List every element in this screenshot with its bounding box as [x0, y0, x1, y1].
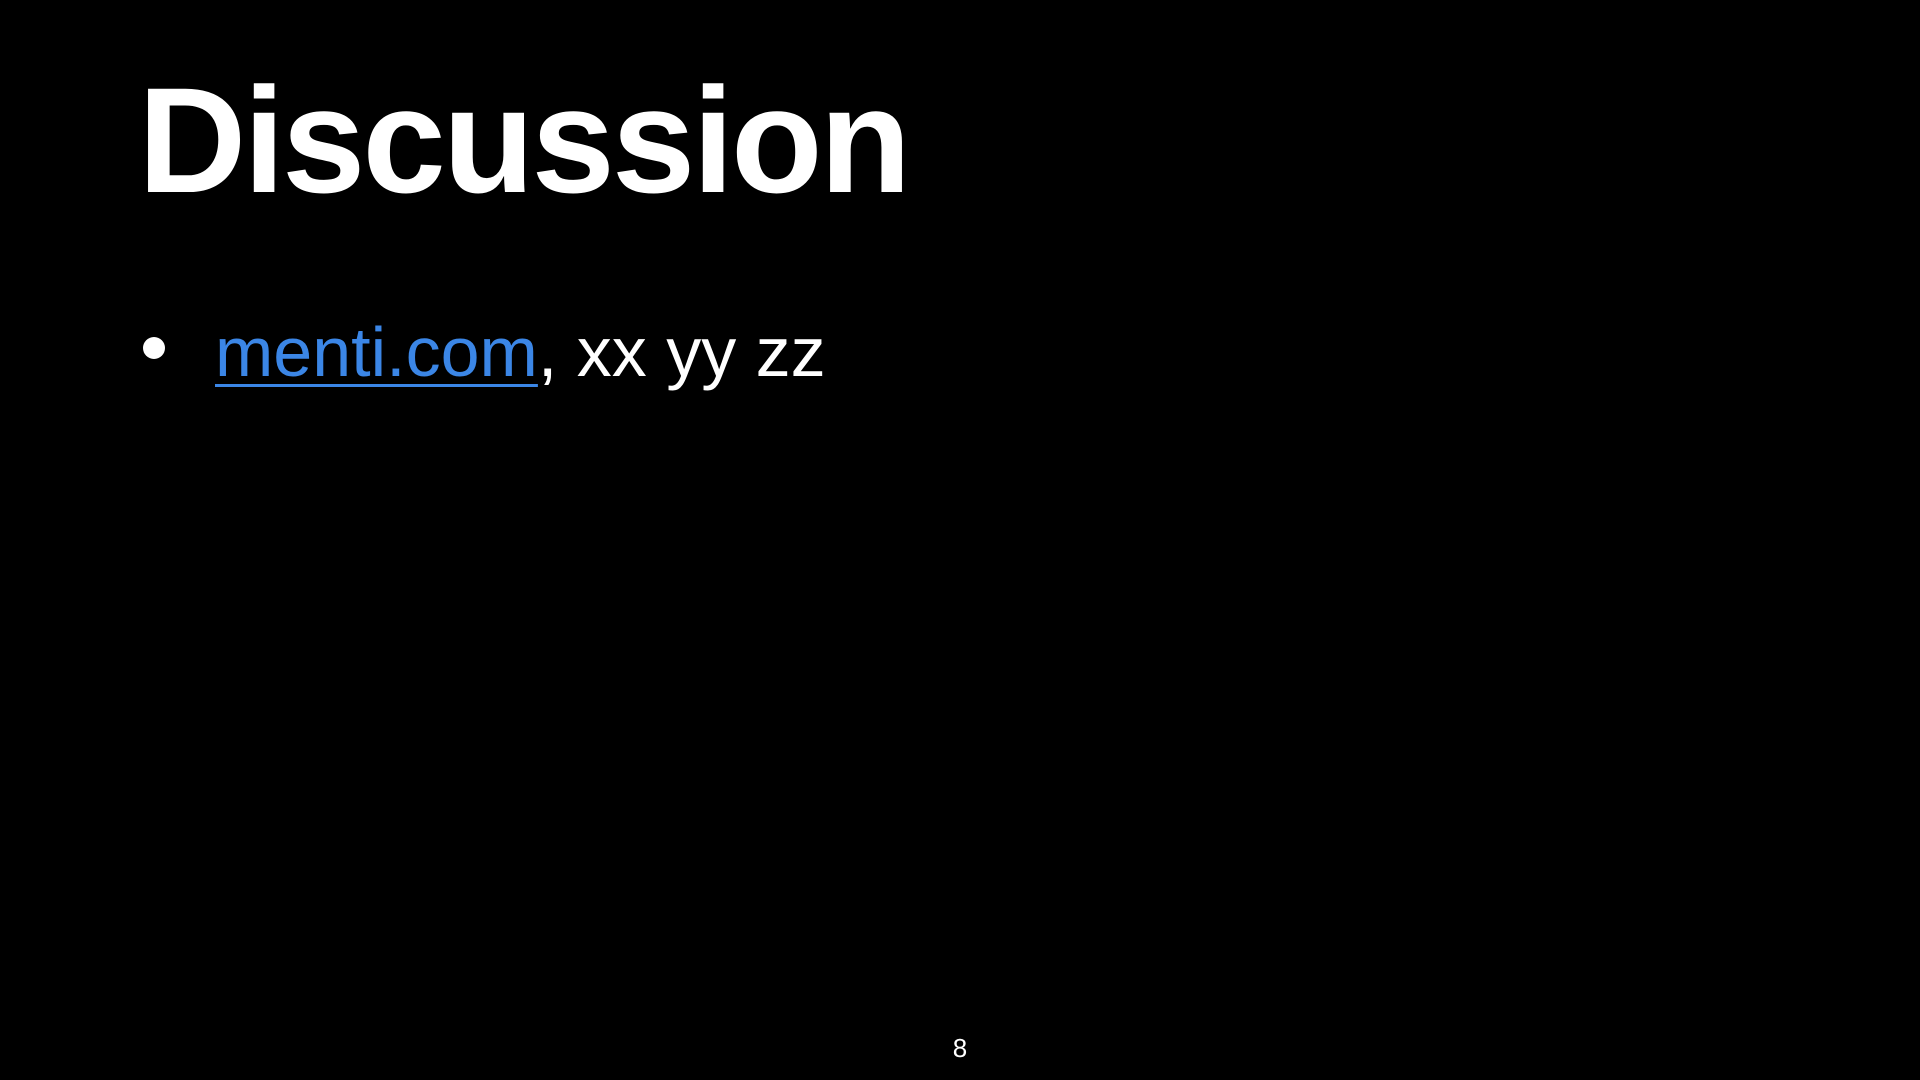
- bullet-item: menti.com, xx yy zz: [140, 310, 826, 394]
- slide-title: Discussion: [138, 56, 911, 224]
- menti-link[interactable]: menti.com: [215, 310, 538, 394]
- bullet-list: menti.com, xx yy zz: [140, 310, 826, 394]
- bullet-text: , xx yy zz: [537, 313, 826, 391]
- page-number: 8: [952, 1033, 968, 1063]
- slide: Discussion menti.com, xx yy zz 8: [0, 0, 1920, 1080]
- bullet-dot-icon: [143, 337, 165, 359]
